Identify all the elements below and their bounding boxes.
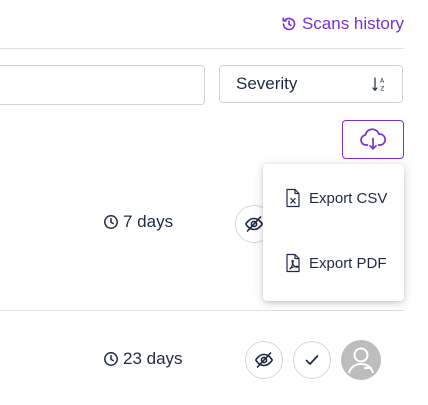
export-pdf-item[interactable]: Export PDF xyxy=(285,253,387,273)
severity-sort-select[interactable]: Severity A Z xyxy=(219,65,403,103)
svg-text:Z: Z xyxy=(380,86,384,93)
age-text: 7 days xyxy=(123,212,174,231)
export-csv-item[interactable]: Export CSV xyxy=(285,188,387,208)
svg-text:A: A xyxy=(380,78,385,85)
row-divider xyxy=(0,310,404,311)
clock-history-icon xyxy=(281,16,297,32)
scans-history-link[interactable]: Scans history xyxy=(281,12,404,36)
assignee-avatar[interactable] xyxy=(341,340,381,380)
row-2-hide-button[interactable] xyxy=(245,341,283,379)
export-pdf-label: Export PDF xyxy=(309,254,387,272)
sort-az-icon: A Z xyxy=(372,76,386,92)
search-input[interactable] xyxy=(0,65,205,105)
row-1-age: 7 days xyxy=(103,212,173,232)
export-button[interactable] xyxy=(342,120,404,159)
eye-off-icon xyxy=(254,350,274,370)
row-2-age: 23 days xyxy=(103,349,183,369)
user-placeholder-icon xyxy=(341,340,381,380)
eye-off-icon xyxy=(244,214,264,234)
cloud-download-icon xyxy=(359,127,387,152)
file-pdf-icon xyxy=(285,253,301,273)
severity-label: Severity xyxy=(236,74,298,93)
clock-icon xyxy=(103,351,119,367)
clock-icon xyxy=(103,214,119,230)
checkmark-icon xyxy=(303,351,321,369)
header-divider xyxy=(0,48,404,49)
export-menu: Export CSV Export PDF xyxy=(263,164,404,301)
scans-history-label: Scans history xyxy=(301,14,404,33)
file-csv-icon xyxy=(285,188,301,208)
age-text: 23 days xyxy=(123,349,183,368)
row-2-resolve-button[interactable] xyxy=(293,341,331,379)
export-csv-label: Export CSV xyxy=(309,189,388,207)
